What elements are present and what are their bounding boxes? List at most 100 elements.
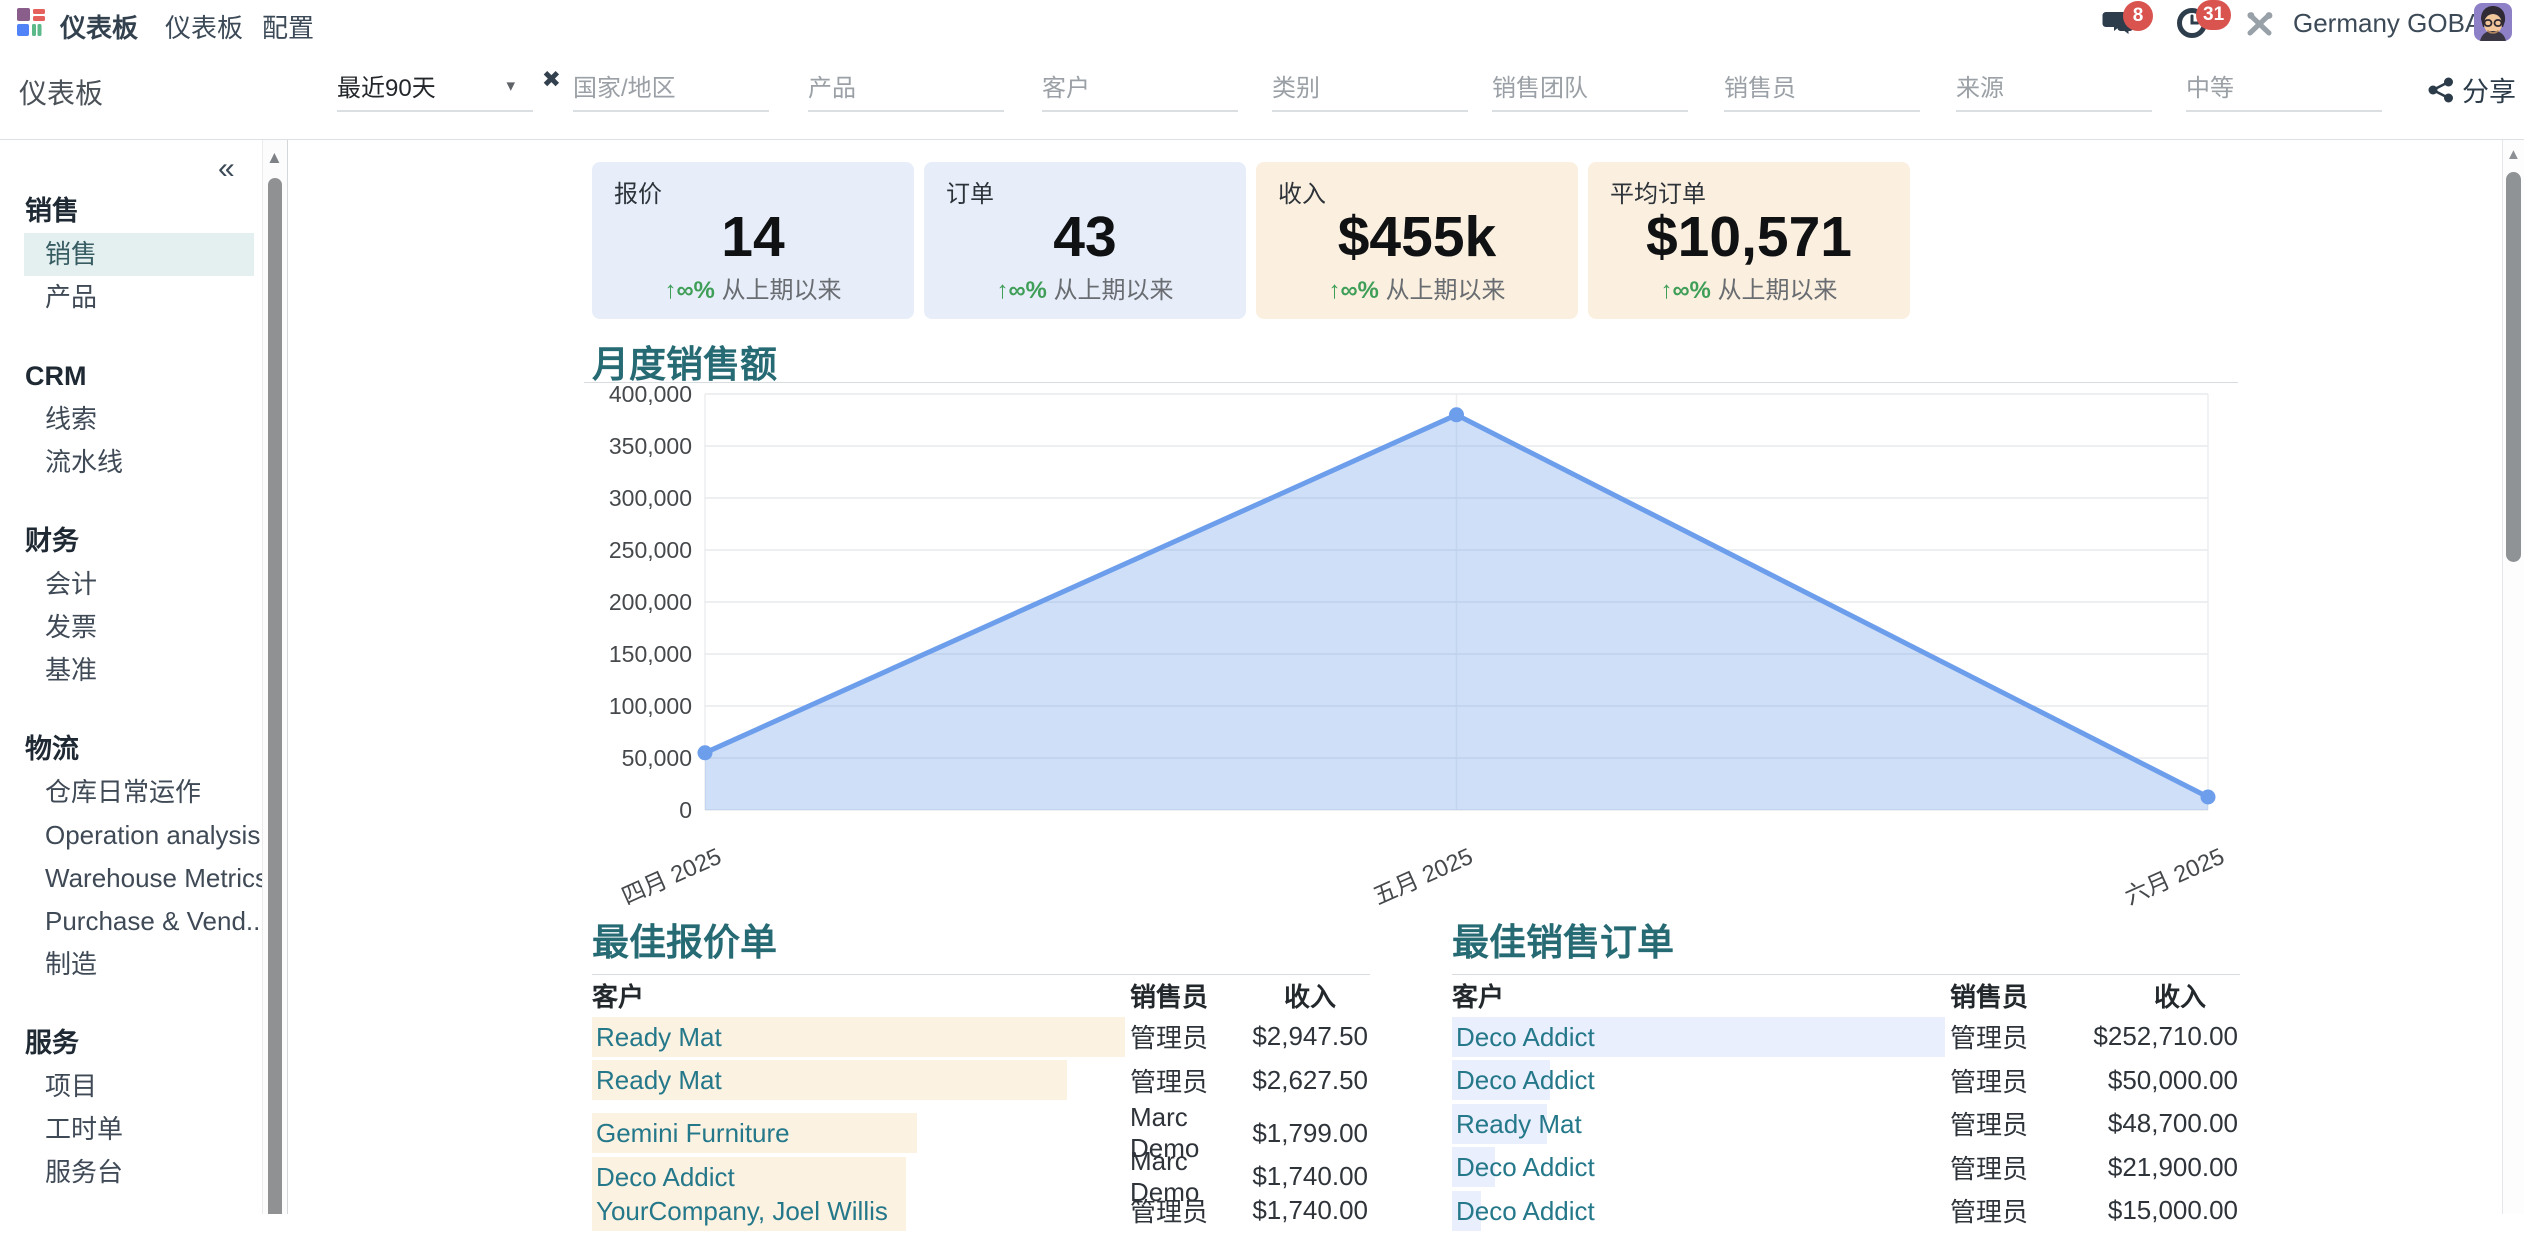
customer-link[interactable]: Deco Addict <box>1452 1060 1950 1100</box>
table-row: Deco Addict管理员$15,000.00 <box>1452 1189 2240 1233</box>
avatar[interactable] <box>2474 3 2512 41</box>
customer-name: YourCompany, Joel Willis <box>592 1196 888 1226</box>
salesperson-cell: 管理员 <box>1130 1062 1242 1099</box>
salesperson-cell: 管理员 <box>1950 1192 2085 1229</box>
col-revenue: 收入 <box>1242 977 1370 1014</box>
col-salesperson: 销售员 <box>1950 977 2085 1014</box>
revenue-cell: $252,710.00 <box>2085 1021 2240 1052</box>
menu-configuration[interactable]: 配置 <box>262 8 314 45</box>
page-scrollbar[interactable]: ▲ <box>2502 140 2524 1214</box>
clear-filter-icon[interactable]: ✖ <box>542 66 561 93</box>
date-filter[interactable]: 最近90天 ▾ ✖ <box>337 68 533 112</box>
sidebar-item[interactable]: Warehouse Metrics <box>0 857 262 900</box>
customer-link[interactable]: Deco Addict <box>1452 1017 1950 1057</box>
col-revenue: 收入 <box>2085 977 2240 1014</box>
app-name: 仪表板 <box>60 8 138 45</box>
customer-name: Gemini Furniture <box>592 1118 790 1148</box>
sidebar-item[interactable]: Purchase & Vend... <box>0 900 262 943</box>
kpi-value: 14 <box>592 204 914 270</box>
customer-link[interactable]: YourCompany, Joel Willis <box>592 1191 1130 1231</box>
filter-placeholder: 销售团队 <box>1492 75 1588 102</box>
date-filter-value: 最近90天 <box>337 75 436 102</box>
customer-link[interactable]: Deco Addict <box>1452 1191 1950 1231</box>
trend-percent: ∞% <box>676 277 714 304</box>
sidebar-item[interactable]: 产品 <box>0 276 262 319</box>
sidebar-item[interactable]: 仓库日常运作 <box>0 771 262 814</box>
table-row: Deco Addict 管理员$252,710.00 <box>1452 1015 2240 1059</box>
page-scrollbar-thumb[interactable] <box>2506 172 2521 562</box>
sidebar-item[interactable]: 工时单 <box>0 1108 262 1151</box>
trend-percent: ∞% <box>1340 277 1378 304</box>
sidebar-scrollbar[interactable]: ▲ <box>262 140 288 1214</box>
salesperson-cell: 管理员 <box>1130 1018 1242 1055</box>
sidebar-item[interactable]: 制造 <box>0 943 262 986</box>
sidebar-section-title: 财务 <box>0 520 262 563</box>
filter-input[interactable]: 来源 <box>1956 68 2152 112</box>
sidebar-item[interactable]: 基准 <box>0 649 262 692</box>
table-title: 最佳报价单 <box>592 912 1370 966</box>
scroll-up-icon[interactable]: ▲ <box>2506 146 2521 163</box>
kpi-card: 报价14↑∞% 从上期以来 <box>592 162 914 319</box>
kpi-value: 43 <box>924 204 1246 270</box>
customer-name: Ready Mat <box>1452 1109 1582 1139</box>
user-menu[interactable]: Germany GOBAO <box>2293 8 2503 39</box>
salesperson-cell: 管理员 <box>1950 1062 2085 1099</box>
filter-input[interactable]: 产品 <box>808 68 1004 112</box>
customer-link[interactable]: Ready Mat <box>592 1060 1130 1100</box>
filter-input[interactable]: 销售员 <box>1724 68 1920 112</box>
dashboards-app-icon[interactable] <box>16 7 46 37</box>
salesperson-cell: 管理员 <box>1130 1192 1242 1229</box>
control-panel: 仪表板 最近90天 ▾ ✖ 国家/地区产品客户类别销售团队销售员来源中等 分享 <box>0 44 2524 140</box>
customer-link[interactable]: Gemini Furniture <box>592 1113 1130 1153</box>
share-icon <box>2428 77 2454 103</box>
sidebar-item[interactable]: Operation analysis <box>0 814 262 857</box>
sidebar-item[interactable]: 项目 <box>0 1065 262 1108</box>
chevron-down-icon[interactable]: ▾ <box>506 76 515 96</box>
chart-title: 月度销售额 <box>592 334 777 388</box>
share-button[interactable]: 分享 <box>2428 70 2516 109</box>
kpi-value: $10,571 <box>1588 204 1910 270</box>
sidebar-item[interactable]: 销售 <box>24 233 254 276</box>
activities-badge: 31 <box>2196 0 2231 30</box>
kpi-row: 报价14↑∞% 从上期以来订单43↑∞% 从上期以来收入$455k↑∞% 从上期… <box>592 162 1910 319</box>
customer-name: Deco Addict <box>1452 1022 1595 1052</box>
salesperson-cell: 管理员 <box>1950 1018 2085 1055</box>
customer-link[interactable]: Ready Mat <box>1452 1104 1950 1144</box>
section-divider <box>584 382 2238 383</box>
svg-text:四月 2025: 四月 2025 <box>618 843 725 910</box>
sidebar-item[interactable]: 线索 <box>0 398 262 441</box>
filter-input[interactable]: 国家/地区 <box>573 68 769 112</box>
filter-input[interactable]: 销售团队 <box>1492 68 1688 112</box>
menu-dashboards[interactable]: 仪表板 <box>165 8 243 45</box>
revenue-cell: $2,947.50 <box>1242 1021 1370 1052</box>
tools-icon[interactable] <box>2246 10 2280 44</box>
svg-text:350,000: 350,000 <box>609 433 692 459</box>
filter-input[interactable]: 客户 <box>1042 68 1238 112</box>
revenue-cell: $1,740.00 <box>1242 1161 1370 1192</box>
revenue-cell: $21,900.00 <box>2085 1152 2240 1183</box>
svg-text:250,000: 250,000 <box>609 537 692 563</box>
table-row: Deco Addict管理员$50,000.00 <box>1452 1059 2240 1103</box>
customer-link[interactable]: Ready Mat <box>592 1017 1130 1057</box>
sidebar-section-title: 服务 <box>0 1022 262 1065</box>
filter-placeholder: 中等 <box>2186 75 2234 102</box>
revenue-cell: $50,000.00 <box>2085 1065 2240 1096</box>
svg-text:300,000: 300,000 <box>609 485 692 511</box>
revenue-cell: $1,740.00 <box>1242 1195 1370 1226</box>
share-label: 分享 <box>2462 70 2516 109</box>
filter-placeholder: 销售员 <box>1724 75 1796 102</box>
table-row: Deco Addict管理员$21,900.00 <box>1452 1146 2240 1190</box>
customer-link[interactable]: Deco Addict <box>1452 1147 1950 1187</box>
filter-input[interactable]: 类别 <box>1272 68 1468 112</box>
sidebar-item[interactable]: 发票 <box>0 606 262 649</box>
sidebar-scrollbar-thumb[interactable] <box>268 178 282 1214</box>
sidebar-item[interactable]: 流水线 <box>0 441 262 484</box>
trend-up-icon: ↑ <box>664 277 676 304</box>
filter-input[interactable]: 中等 <box>2186 68 2382 112</box>
collapse-sidebar-icon[interactable]: « <box>218 152 235 186</box>
svg-text:100,000: 100,000 <box>609 693 692 719</box>
sidebar-item[interactable]: 会计 <box>0 563 262 606</box>
sidebar-item[interactable]: 服务台 <box>0 1151 262 1194</box>
sidebar-section-title: CRM <box>0 355 262 398</box>
scroll-up-icon[interactable]: ▲ <box>266 148 283 168</box>
